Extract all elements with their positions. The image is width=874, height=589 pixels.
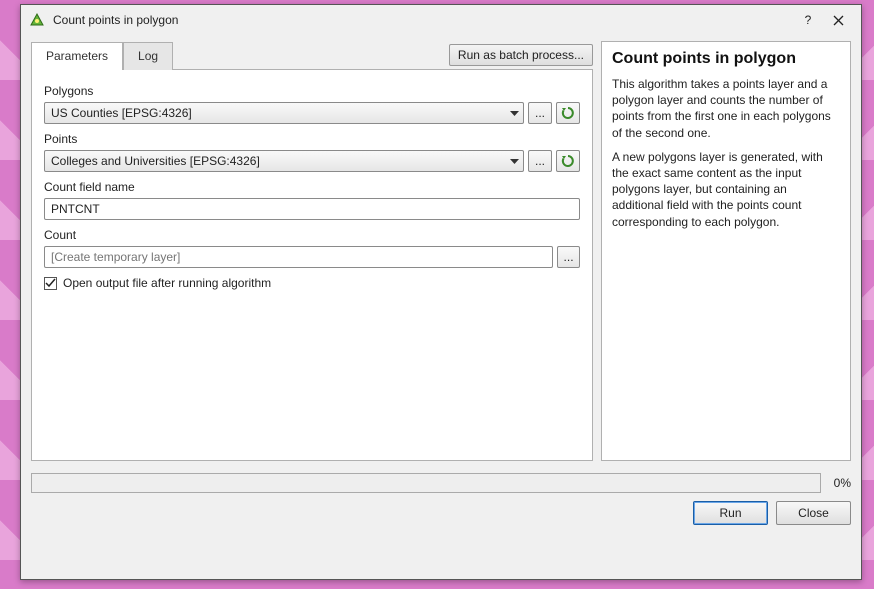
chevron-down-icon [510, 106, 519, 120]
help-button[interactable]: ? [793, 7, 823, 33]
count-output-input[interactable] [44, 246, 553, 268]
polygons-row: US Counties [EPSG:4326] ... [44, 102, 580, 124]
tab-parameters[interactable]: Parameters [31, 42, 123, 70]
close-window-button[interactable] [823, 7, 853, 33]
points-label: Points [44, 132, 580, 146]
polygons-browse-button[interactable]: ... [528, 102, 552, 124]
points-browse-button[interactable]: ... [528, 150, 552, 172]
run-batch-button[interactable]: Run as batch process... [449, 44, 593, 66]
help-panel: Count points in polygon This algorithm t… [601, 41, 851, 461]
ellipsis-icon: ... [535, 106, 545, 120]
polygons-combo-text: US Counties [EPSG:4326] [51, 106, 192, 120]
footer-buttons: Run Close [31, 497, 851, 535]
ellipsis-icon: ... [564, 250, 574, 264]
progress-percent: 0% [829, 476, 851, 490]
help-text-2: A new polygons layer is generated, with … [612, 149, 840, 230]
countfield-label: Count field name [44, 180, 580, 194]
open-output-row: Open output file after running algorithm [44, 276, 580, 290]
points-reload-button[interactable] [556, 150, 580, 172]
progress-bar [31, 473, 821, 493]
parameters-body: Polygons US Counties [EPSG:4326] ... Poi… [31, 69, 593, 461]
dialog-window: Count points in polygon ? Parameters Log… [20, 4, 862, 580]
titlebar: Count points in polygon ? [21, 5, 861, 35]
count-browse-button[interactable]: ... [557, 246, 580, 268]
run-button[interactable]: Run [693, 501, 768, 525]
chevron-down-icon [510, 154, 519, 168]
reload-icon [561, 154, 575, 168]
app-icon [29, 12, 45, 28]
open-output-checkbox[interactable] [44, 277, 57, 290]
polygons-reload-button[interactable] [556, 102, 580, 124]
polygons-combo[interactable]: US Counties [EPSG:4326] [44, 102, 524, 124]
ellipsis-icon: ... [535, 154, 545, 168]
points-combo-text: Colleges and Universities [EPSG:4326] [51, 154, 260, 168]
countfield-input[interactable] [44, 198, 580, 220]
close-button[interactable]: Close [776, 501, 851, 525]
polygons-label: Polygons [44, 84, 580, 98]
help-text-1: This algorithm takes a points layer and … [612, 76, 840, 141]
progress-row: 0% [31, 473, 851, 493]
help-title: Count points in polygon [612, 50, 840, 68]
tab-header: Parameters Log Run as batch process... [31, 41, 593, 69]
count-row: ... [44, 246, 580, 268]
main-area: Parameters Log Run as batch process... P… [21, 35, 861, 579]
points-combo[interactable]: Colleges and Universities [EPSG:4326] [44, 150, 524, 172]
left-panel: Parameters Log Run as batch process... P… [31, 41, 593, 461]
check-icon [45, 278, 56, 289]
window-title: Count points in polygon [53, 13, 793, 27]
svg-text:?: ? [805, 14, 812, 26]
open-output-label: Open output file after running algorithm [63, 276, 271, 290]
top-row: Parameters Log Run as batch process... P… [31, 41, 851, 461]
reload-icon [561, 106, 575, 120]
points-row: Colleges and Universities [EPSG:4326] ..… [44, 150, 580, 172]
count-label: Count [44, 228, 580, 242]
tab-log[interactable]: Log [123, 42, 173, 70]
